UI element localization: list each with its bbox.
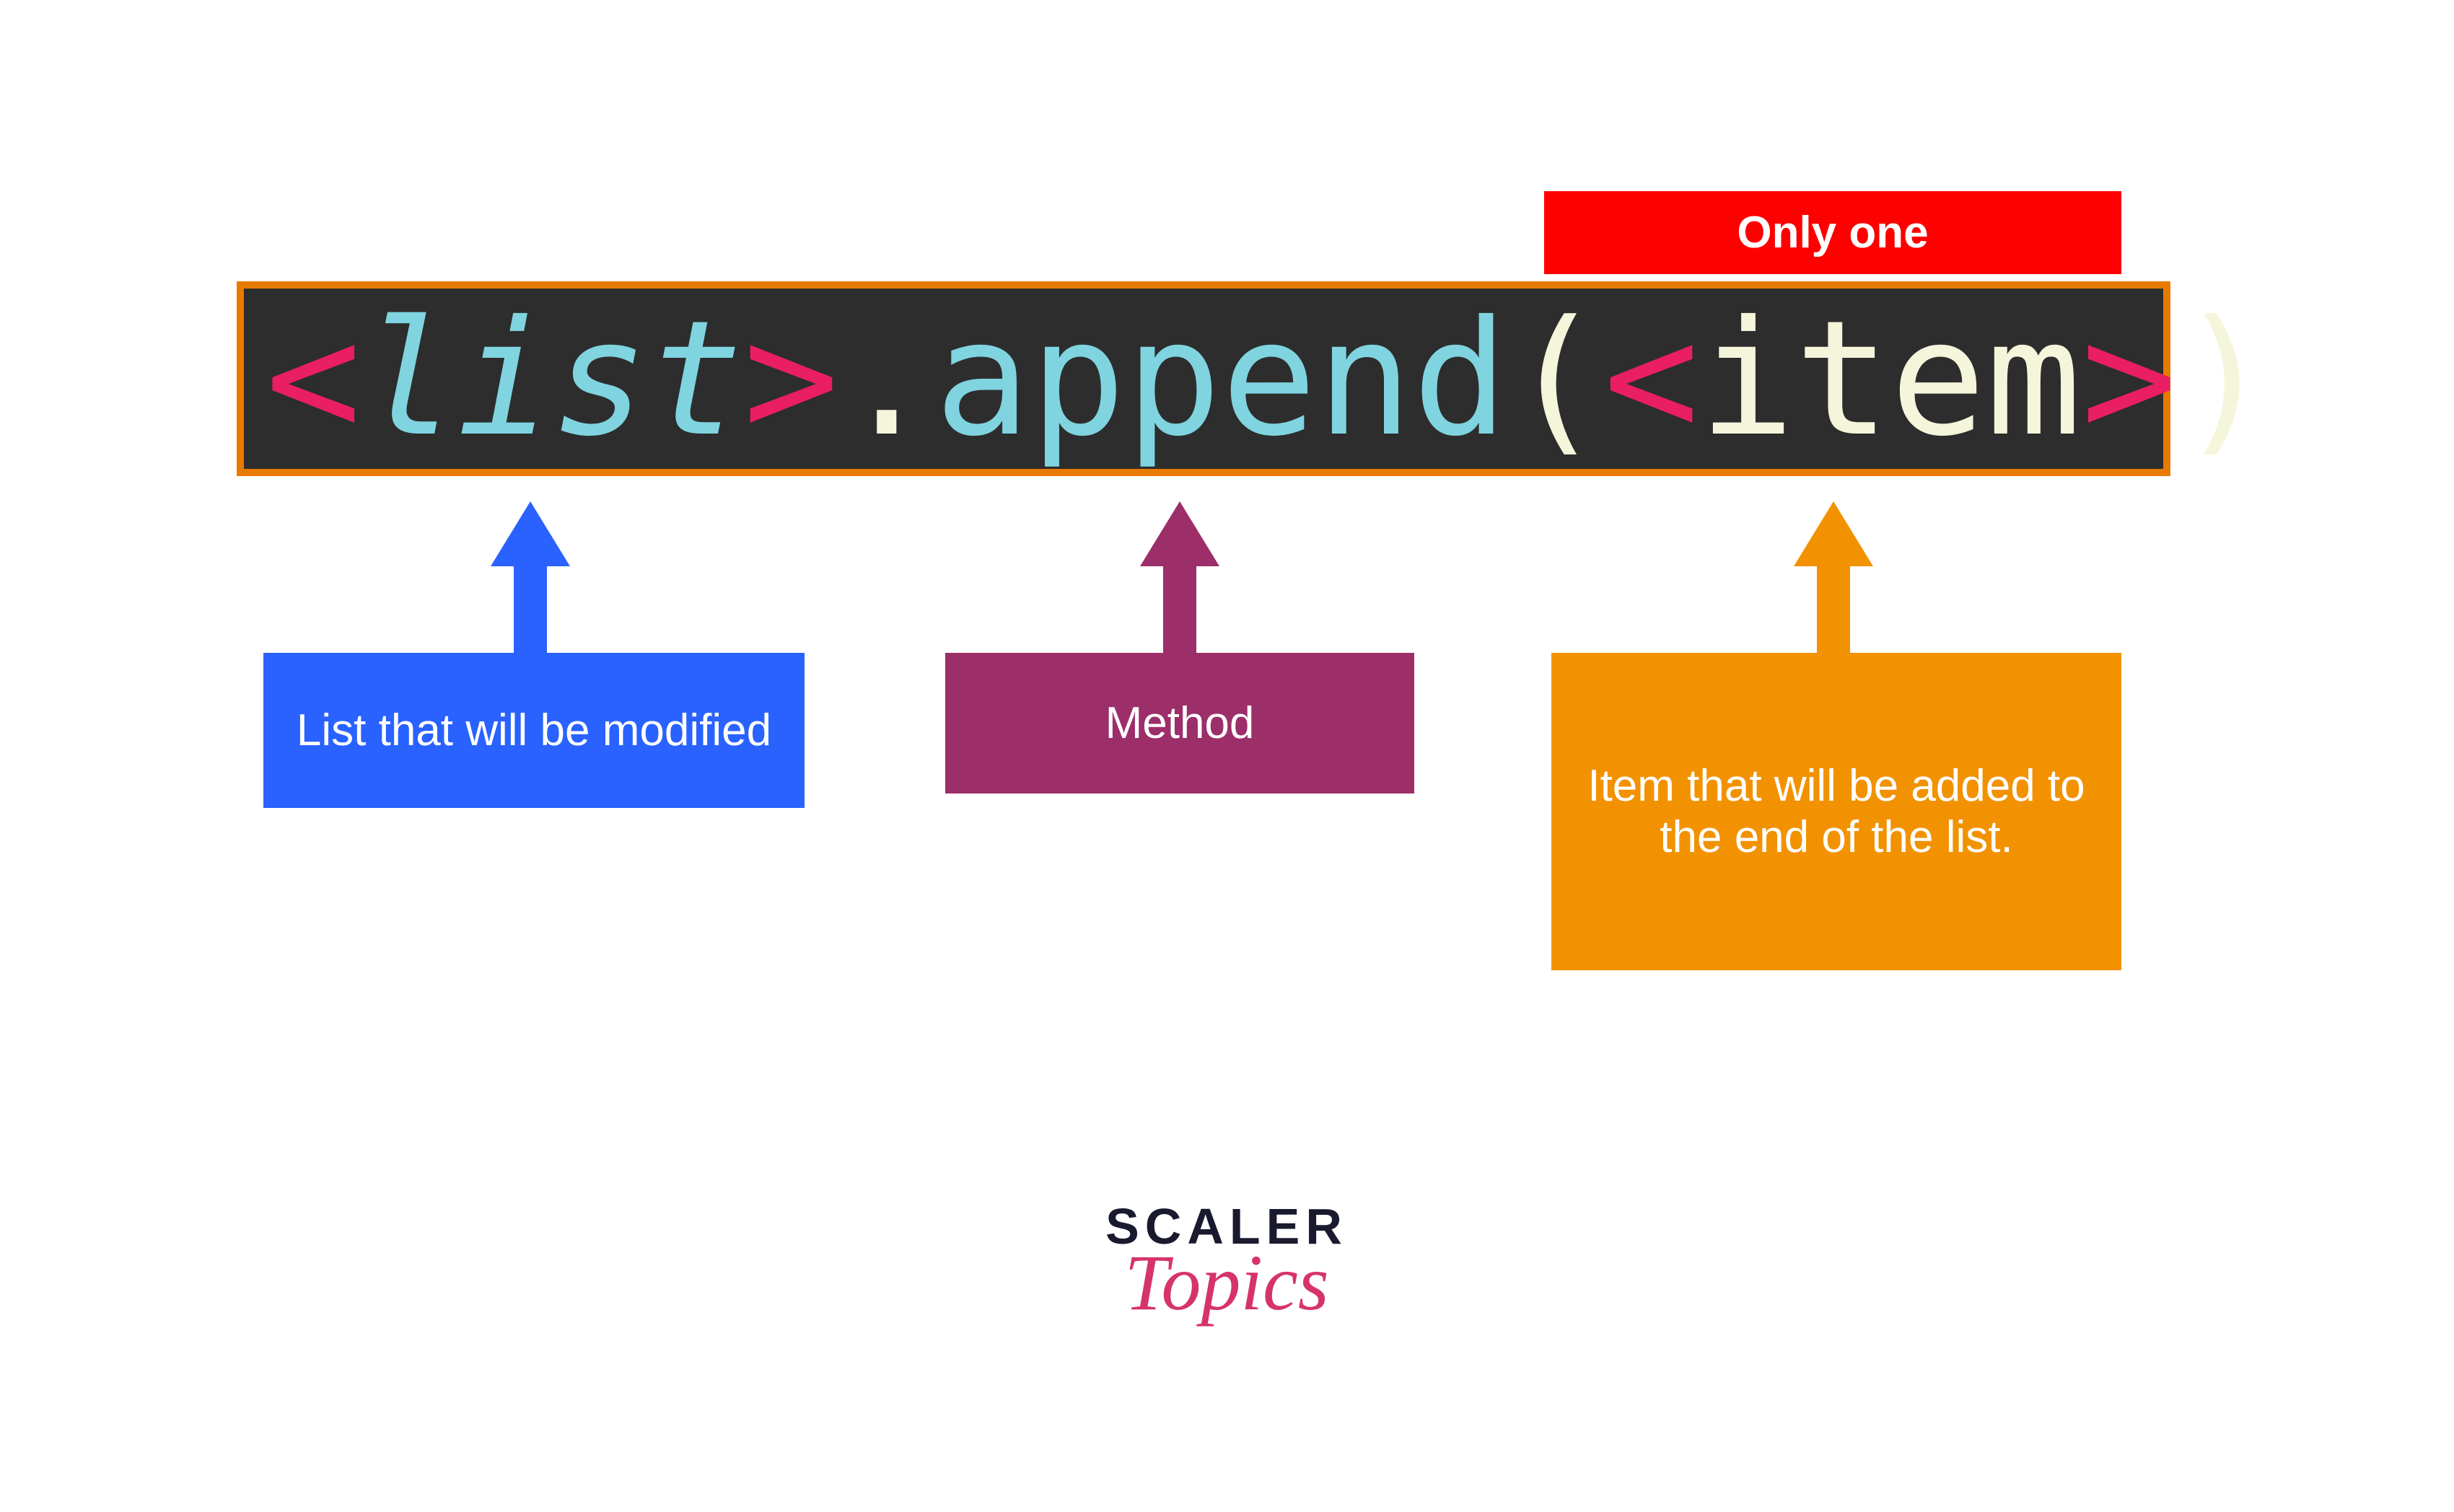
code-dot: .	[839, 299, 934, 458]
code-syntax-box: <list>.append(<item>)	[237, 281, 2170, 476]
angle-bracket-open: <	[1603, 299, 1699, 458]
code-item-placeholder: item	[1699, 299, 2082, 458]
scaler-topics-logo: SCALER Topics	[1061, 1197, 1393, 1329]
paren-open: (	[1508, 299, 1603, 458]
angle-bracket-close: >	[2082, 299, 2177, 458]
paren-close: )	[2177, 299, 2272, 458]
arrow-stem	[1163, 563, 1196, 656]
arrow-up-icon	[491, 501, 570, 566]
arrow-up-icon	[1794, 501, 1873, 566]
arrow-up-icon	[1140, 501, 1219, 566]
angle-bracket-close: >	[743, 299, 838, 458]
callout-list-description: List that will be modified	[263, 653, 805, 808]
callout-method-description: Method	[945, 653, 1414, 794]
code-list-placeholder: list	[361, 299, 743, 458]
callout-item-description: Item that will be added to the end of th…	[1551, 653, 2121, 970]
arrow-stem	[514, 563, 547, 656]
arrow-stem	[1817, 563, 1850, 656]
only-one-badge: Only one	[1544, 191, 2121, 274]
angle-bracket-open: <	[266, 299, 361, 458]
code-append-method: append	[934, 299, 1508, 458]
